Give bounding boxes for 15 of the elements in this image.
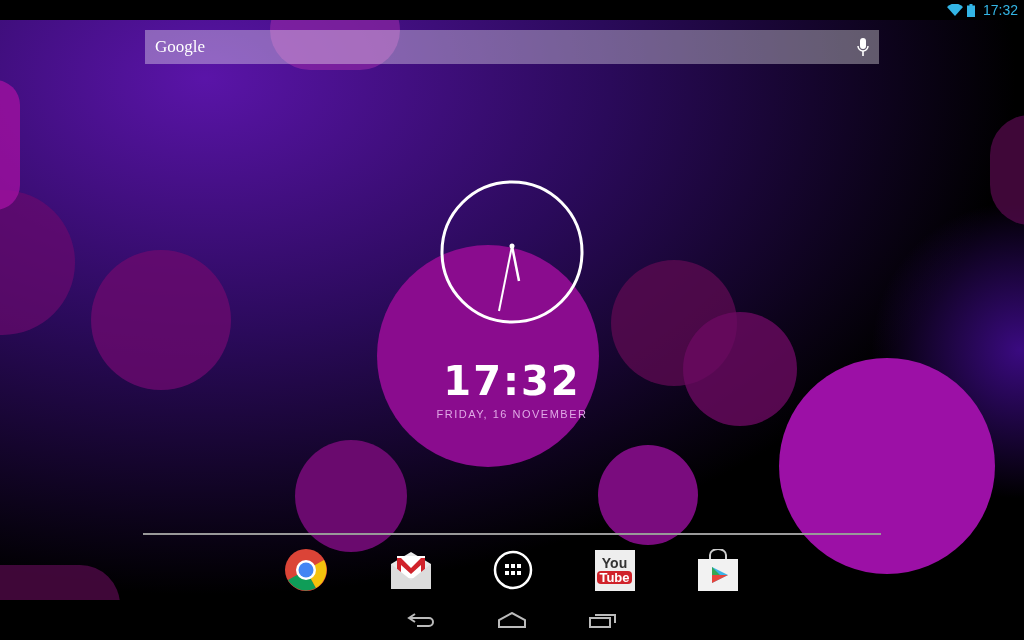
shopping-bag-icon[interactable] — [696, 549, 740, 591]
video-app-icon[interactable]: You Tube — [594, 549, 635, 591]
search-bar[interactable]: Google — [145, 30, 879, 64]
chrome-icon[interactable] — [284, 548, 328, 592]
search-logo: Google — [155, 36, 206, 59]
microphone-icon[interactable] — [857, 38, 869, 56]
mail-envelope-icon[interactable] — [389, 550, 432, 590]
back-icon[interactable] — [407, 612, 435, 628]
wifi-icon — [946, 4, 963, 16]
clock-time: 17:32 — [443, 358, 581, 404]
app-drawer-icon[interactable] — [493, 550, 533, 590]
battery-icon — [966, 3, 975, 17]
recents-icon[interactable] — [589, 612, 617, 628]
home-icon[interactable] — [497, 612, 527, 628]
status-time: 17:32 — [982, 0, 1018, 20]
